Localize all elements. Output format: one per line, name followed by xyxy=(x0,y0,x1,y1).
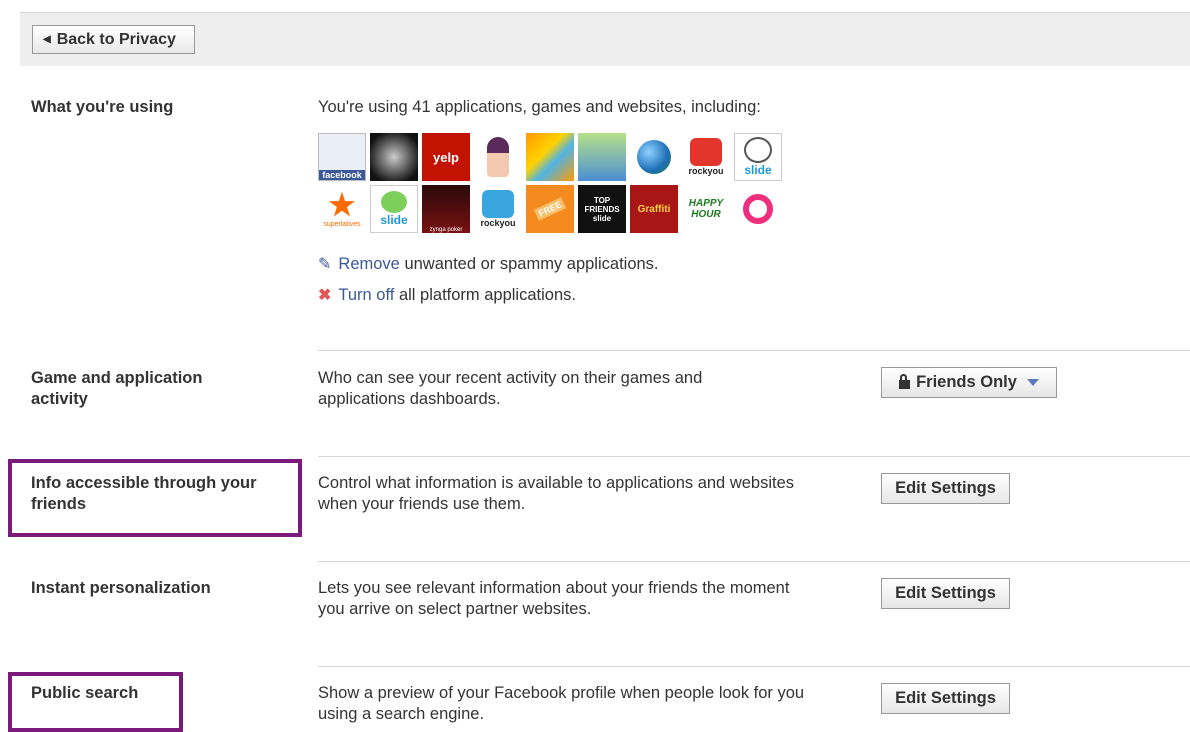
app-icon[interactable] xyxy=(734,185,782,233)
app-icon[interactable]: facebook xyxy=(318,133,366,181)
friends-only-dropdown[interactable]: Friends Only xyxy=(881,367,1057,398)
game-activity-description: Who can see your recent activity on thei… xyxy=(318,369,703,408)
divider xyxy=(318,456,1190,457)
app-icon-label: rockyou xyxy=(480,218,516,228)
section-title-game-activity: Game and application activity xyxy=(31,369,203,408)
header-bar xyxy=(20,13,1190,66)
app-icon[interactable]: Graffiti xyxy=(630,185,678,233)
turn-off-line: ✖ Turn off all platform applications. xyxy=(318,285,576,305)
app-icon[interactable] xyxy=(474,133,522,181)
remove-apps-line: ✎ Remove unwanted or spammy applications… xyxy=(318,254,659,274)
app-icon[interactable] xyxy=(630,133,678,181)
lock-icon xyxy=(899,374,911,389)
app-icon[interactable]: yelp xyxy=(422,133,470,181)
app-icon[interactable]: TOP FRIENDS slide xyxy=(578,185,626,233)
app-icons-row-1: facebook yelp rockyou slide xyxy=(318,133,798,181)
app-icon[interactable]: ★ superlatives xyxy=(318,185,366,233)
instant-description: Lets you see relevant information about … xyxy=(318,579,790,618)
edit-settings-button-public-search[interactable]: Edit Settings xyxy=(881,683,1010,714)
app-icon[interactable]: rockyou xyxy=(682,133,730,181)
left-triangle-icon: ◀ xyxy=(43,34,51,45)
app-icon-label: HAPPY HOUR xyxy=(688,198,724,220)
app-icon[interactable] xyxy=(578,133,626,181)
public-search-description: Show a preview of your Facebook profile … xyxy=(318,684,805,723)
app-icon-label: FREE xyxy=(533,197,567,221)
section-title-instant: Instant personalization xyxy=(31,579,211,597)
app-icon-label: zynga poker xyxy=(429,227,463,233)
remove-apps-text: Remove unwanted or spammy applications. xyxy=(338,255,658,274)
divider xyxy=(318,561,1190,562)
app-icon-label: slide xyxy=(744,163,772,177)
app-icon-label: slide xyxy=(380,213,408,227)
app-icon[interactable] xyxy=(526,133,574,181)
back-button-label: Back to Privacy xyxy=(56,30,176,48)
turn-off-text: Turn off all platform applications. xyxy=(338,286,576,305)
dropdown-value: Friends Only xyxy=(916,373,1017,391)
app-icon-label: facebook xyxy=(319,170,365,180)
divider xyxy=(318,666,1190,667)
app-icon-label: yelp xyxy=(432,149,459,165)
section-title-using: What you're using xyxy=(31,98,174,116)
highlight-box xyxy=(8,672,183,732)
app-icons-row-2: ★ superlatives slide zynga poker rockyou … xyxy=(318,185,798,233)
edit-settings-button-instant[interactable]: Edit Settings xyxy=(881,578,1010,609)
app-icon[interactable]: HAPPY HOUR xyxy=(682,185,730,233)
app-icon[interactable]: FREE xyxy=(526,185,574,233)
highlight-box xyxy=(8,459,302,537)
info-friends-description: Control what information is available to… xyxy=(318,474,795,513)
app-icons-grid: facebook yelp rockyou slide ★ superlative… xyxy=(318,133,798,237)
app-icon-label: TOP FRIENDS slide xyxy=(584,195,620,223)
remove-link-suffix: unwanted or spammy applications. xyxy=(404,254,659,273)
turn-off-suffix: all platform applications. xyxy=(398,285,576,304)
app-icon[interactable]: zynga poker xyxy=(422,185,470,233)
close-icon: ✖ xyxy=(318,287,332,304)
chevron-down-icon xyxy=(1026,379,1039,386)
remove-link[interactable]: Remove xyxy=(338,255,399,273)
using-description: You're using 41 applications, games and … xyxy=(318,98,761,116)
turn-off-link[interactable]: Turn off xyxy=(338,286,394,304)
divider xyxy=(318,350,1190,351)
edit-settings-button-info[interactable]: Edit Settings xyxy=(881,473,1010,504)
pencil-icon: ✎ xyxy=(318,256,332,273)
back-to-privacy-button[interactable]: ◀ Back to Privacy xyxy=(32,25,195,54)
app-icon[interactable]: slide xyxy=(734,133,782,181)
app-icon[interactable] xyxy=(370,133,418,181)
app-icon-label: Graffiti xyxy=(637,203,671,215)
app-icon-label: rockyou xyxy=(688,166,724,176)
app-icon[interactable]: slide xyxy=(370,185,418,233)
app-icon-label: superlatives xyxy=(323,220,361,228)
app-icon[interactable]: rockyou xyxy=(474,185,522,233)
